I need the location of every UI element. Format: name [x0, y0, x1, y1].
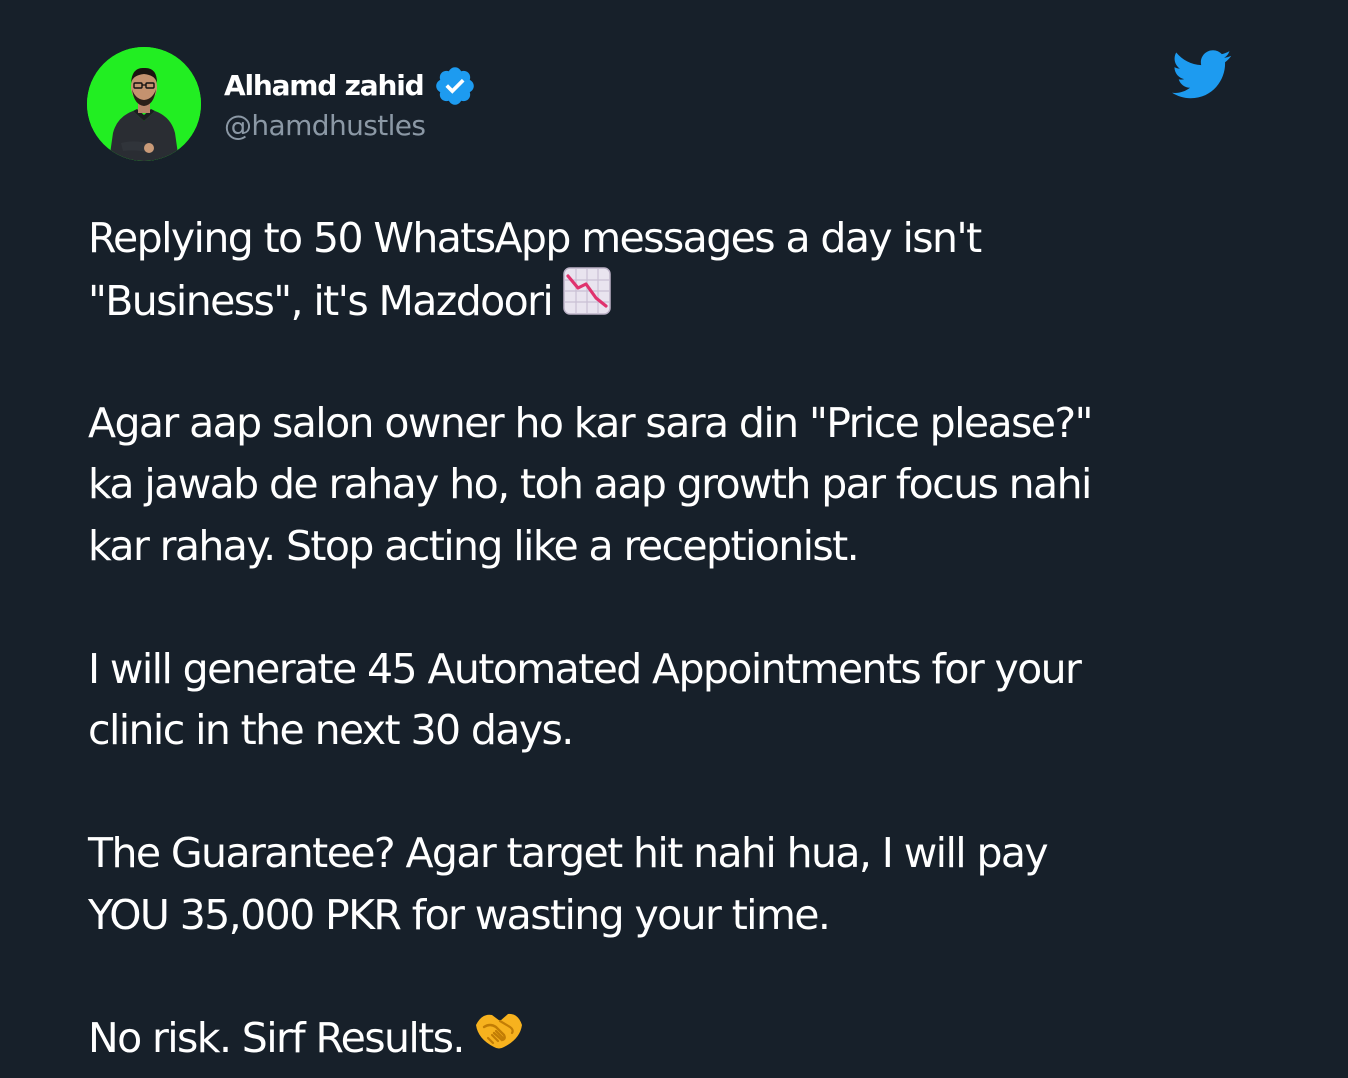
- tweet-text: Replying to 50 WhatsApp messages a day i…: [88, 208, 1288, 1069]
- chart-decreasing-icon: [562, 266, 612, 334]
- tweet-line: I will generate 45 Automated Appointment…: [88, 644, 1082, 693]
- tweet-header: Alhamd zahid @hamdhustles: [87, 47, 477, 161]
- author-handle[interactable]: @hamdhustles: [224, 109, 477, 143]
- tweet-line: Replying to 50 WhatsApp messages a day i…: [88, 214, 982, 262]
- profile-avatar: [87, 47, 201, 161]
- tweet-line-text: No risk. Sirf Results.: [88, 1013, 465, 1062]
- tweet-line: kar rahay. Stop acting like a receptioni…: [88, 521, 860, 570]
- name-row: Alhamd zahid: [224, 65, 477, 107]
- tweet-paragraph-3: I will generate 45 Automated Appointment…: [88, 639, 1288, 762]
- tweet-line: No risk. Sirf Results.: [88, 1008, 1288, 1070]
- tweet-line: "Business", it's Mazdoori: [88, 266, 1288, 332]
- verified-badge-icon: [433, 64, 477, 108]
- tweet-line: YOU 35,000 PKR for wasting your time.: [88, 890, 831, 939]
- tweet-paragraph-1: Replying to 50 WhatsApp messages a day i…: [88, 208, 1288, 331]
- tweet-line: ka jawab de rahay ho, toh aap growth par…: [88, 460, 1092, 508]
- tweet-line-text: "Business", it's Mazdoori: [88, 276, 554, 325]
- tweet-paragraph-5: No risk. Sirf Results.: [88, 1008, 1288, 1070]
- author-display-name[interactable]: Alhamd zahid: [224, 72, 425, 100]
- tweet-paragraph-4: The Guarantee? Agar target hit nahi hua,…: [88, 823, 1288, 946]
- tweet-line: Agar aap salon owner ho kar sara din "Pr…: [88, 398, 1093, 447]
- tweet-line: clinic in the next 30 days.: [88, 706, 574, 754]
- handshake-icon: [474, 1005, 524, 1069]
- twitter-bird-icon[interactable]: [1172, 50, 1232, 100]
- author-names: Alhamd zahid @hamdhustles: [224, 65, 477, 143]
- tweet-line: The Guarantee? Agar target hit nahi hua,…: [88, 829, 1049, 877]
- avatar[interactable]: [87, 47, 201, 161]
- tweet-paragraph-2: Agar aap salon owner ho kar sara din "Pr…: [88, 393, 1288, 578]
- tweet-card: Alhamd zahid @hamdhustles Replying to 50…: [0, 0, 1348, 1078]
